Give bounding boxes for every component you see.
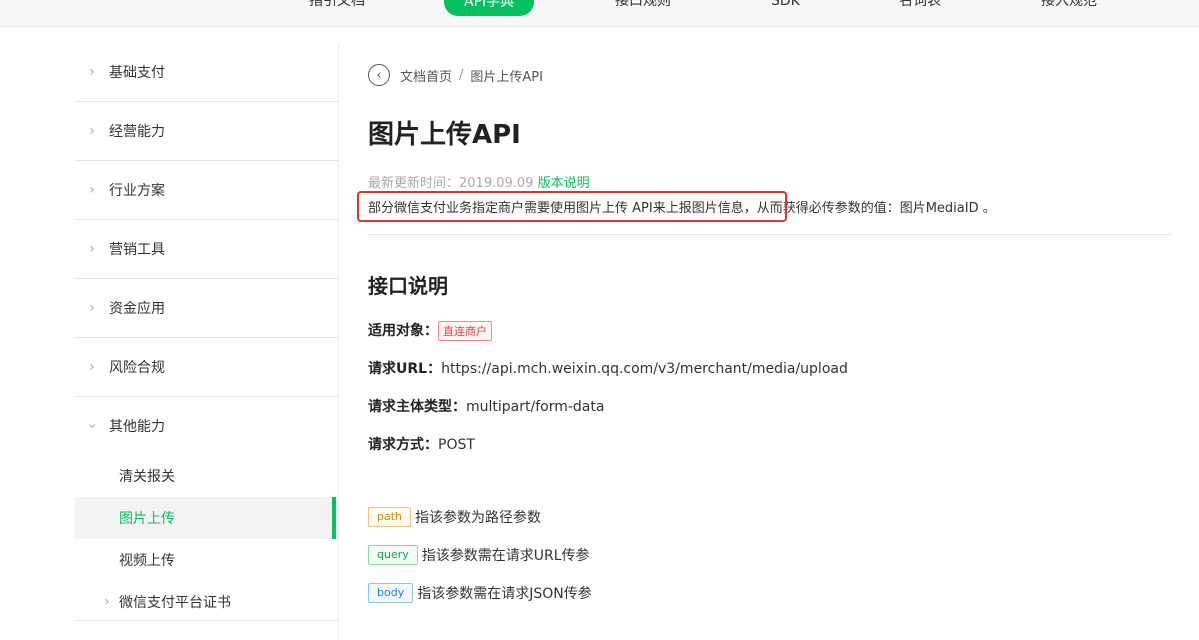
sidebar-item-label: 营销工具 bbox=[109, 242, 165, 258]
sidebar-item-risk[interactable]: › 风险合规 bbox=[75, 338, 338, 397]
sidebar-item-other[interactable]: › 其他能力 bbox=[75, 397, 338, 455]
chevron-right-icon: › bbox=[89, 241, 95, 257]
param-legend-query: query 指该参数需在请求URL传参 bbox=[368, 545, 590, 565]
update-meta: 最新更新时间：2019.09.09 版本说明 bbox=[368, 172, 590, 191]
param-legend-body: body 指该参数需在请求JSON传参 bbox=[368, 583, 592, 603]
sidebar-subitem-customs[interactable]: 清关报关 bbox=[75, 455, 338, 497]
url-row: 请求URL：https://api.mch.weixin.qq.com/v3/m… bbox=[368, 358, 848, 378]
divider bbox=[368, 234, 1171, 235]
sidebar-item-label: 行业方案 bbox=[109, 183, 165, 199]
sidebar-item-basic-payment[interactable]: › 基础支付 bbox=[75, 43, 338, 102]
sidebar-subitem-image-upload[interactable]: 图片上传 bbox=[75, 497, 338, 539]
sidebar: › 基础支付 › 经营能力 › 行业方案 › 营销工具 › 资金应用 › 风险合… bbox=[75, 43, 338, 623]
param-legend-text: 指该参数需在请求JSON传参 bbox=[417, 586, 592, 602]
sidebar-item-label: 其他能力 bbox=[109, 419, 165, 435]
url-label: 请求URL： bbox=[368, 361, 442, 377]
sidebar-subitem-label: 图片上传 bbox=[119, 511, 175, 527]
chevron-right-icon: › bbox=[89, 300, 95, 316]
main-content: ‹ 文档首页 / 图片上传API 图片上传API 最新更新时间：2019.09.… bbox=[357, 0, 1171, 640]
path-chip: path bbox=[368, 507, 412, 527]
sidebar-item-funds[interactable]: › 资金应用 bbox=[75, 279, 338, 338]
sidebar-item-operation[interactable]: › 经营能力 bbox=[75, 102, 338, 161]
page-title: 图片上传API bbox=[368, 120, 521, 150]
highlight-box bbox=[357, 191, 787, 222]
param-legend-path: path 指该参数为路径参数 bbox=[368, 507, 541, 527]
chevron-right-icon: › bbox=[89, 359, 95, 375]
method-label: 请求方式： bbox=[368, 437, 438, 453]
sidebar-subitem-label: 清关报关 bbox=[119, 469, 175, 485]
sidebar-subitem-video-upload[interactable]: 视频上传 bbox=[75, 539, 338, 581]
chevron-right-icon: › bbox=[89, 123, 95, 139]
sidebar-item-label: 资金应用 bbox=[109, 301, 165, 317]
sidebar-item-label: 基础支付 bbox=[109, 65, 165, 81]
sidebar-subitem-platform-cert[interactable]: › 微信支付平台证书 bbox=[75, 581, 338, 623]
query-chip: query bbox=[368, 545, 418, 565]
sidebar-item-label: 经营能力 bbox=[109, 124, 165, 140]
breadcrumb-separator: / bbox=[459, 67, 464, 83]
tab-guide[interactable]: 指引文档 bbox=[309, 0, 365, 13]
param-legend-text: 指该参数需在请求URL传参 bbox=[421, 548, 590, 564]
chevron-right-icon: › bbox=[104, 594, 110, 610]
param-legend-text: 指该参数为路径参数 bbox=[415, 510, 542, 526]
breadcrumb-current: 图片上传API bbox=[470, 69, 543, 85]
back-arrow-icon[interactable]: ‹ bbox=[368, 64, 390, 86]
sidebar-item-label: 风险合规 bbox=[109, 360, 165, 376]
sidebar-subitem-label: 微信支付平台证书 bbox=[119, 595, 231, 611]
sidebar-item-marketing[interactable]: › 营销工具 bbox=[75, 220, 338, 279]
version-notes-link[interactable]: 版本说明 bbox=[538, 176, 590, 191]
sidebar-item-industry[interactable]: › 行业方案 bbox=[75, 161, 338, 220]
updated-time: 最新更新时间：2019.09.09 bbox=[368, 176, 534, 191]
chevron-right-icon: › bbox=[89, 182, 95, 198]
chevron-down-icon: › bbox=[84, 423, 100, 429]
breadcrumb-home[interactable]: 文档首页 bbox=[400, 66, 452, 85]
body-chip: body bbox=[368, 583, 414, 603]
divider bbox=[75, 620, 338, 621]
url-value: https://api.mch.weixin.qq.com/v3/merchan… bbox=[441, 361, 848, 377]
method-row: 请求方式：POST bbox=[368, 434, 475, 454]
method-value: POST bbox=[438, 437, 475, 453]
content-type-label: 请求主体类型： bbox=[368, 399, 466, 415]
sidebar-subitem-label: 视频上传 bbox=[119, 553, 175, 569]
chevron-right-icon: › bbox=[89, 64, 95, 80]
merchant-tag: 直连商户 bbox=[438, 321, 492, 341]
section-heading: 接口说明 bbox=[368, 274, 448, 298]
target-label: 适用对象： bbox=[368, 323, 438, 339]
breadcrumb: ‹ 文档首页 / 图片上传API bbox=[368, 62, 543, 88]
content-type-row: 请求主体类型：multipart/form-data bbox=[368, 396, 604, 416]
target-row: 适用对象： 直连商户 bbox=[368, 320, 492, 341]
divider bbox=[338, 43, 339, 640]
content-type-value: multipart/form-data bbox=[466, 399, 605, 415]
